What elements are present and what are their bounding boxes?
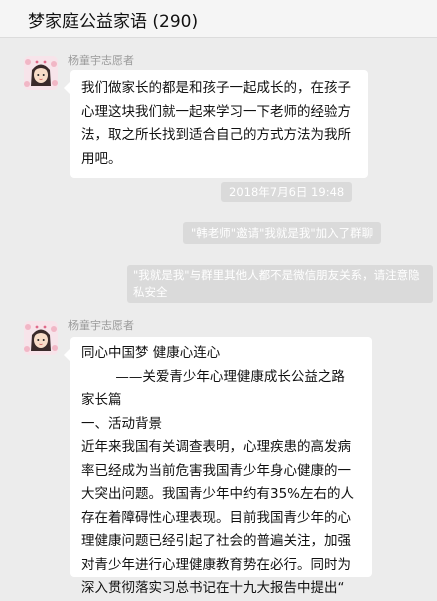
message-line: 心理这块我们就一起来学习一下老师的经验方 (81, 103, 351, 120)
message-line: 对青少年进行心理健康教育势在必行。同时为 (81, 556, 351, 573)
message-line: 大突出问题。我国青少年中约有35%左右的人 (81, 486, 355, 502)
timestamp: 2018年7月6日 19:48 (221, 182, 353, 202)
system-invite-notice: "韩老师"邀请"我就是我"加入了群聊 (183, 222, 382, 244)
message-line: 率已经成为当前危害我国青少年身心健康的一 (81, 462, 351, 479)
chat-title[interactable]: 梦家庭公益家语 (290) (28, 7, 198, 32)
warning-line: 私安全 (133, 285, 168, 299)
warning-line: "我就是我"与群里其他人都不是微信朋友关系，请注意隐 (133, 268, 420, 282)
message-line: 深入贯彻落实习总书记在十九大报告中提出“ (81, 580, 345, 596)
girl-avatar-icon[interactable] (24, 321, 58, 355)
girl-avatar-icon[interactable] (24, 56, 58, 90)
sender-name[interactable]: 杨童宇志愿者 (68, 52, 134, 68)
message-line: 理健康问题已经引起了社会的普遍关注，加强 (81, 533, 351, 549)
system-privacy-warning: "我就是我"与群里其他人都不是微信朋友关系，请注意隐 私安全 (127, 265, 433, 303)
chat-header: 梦家庭公益家语 (290) (0, 0, 437, 38)
message-line: ——关爱青少年心理健康成长公益之路 (81, 368, 345, 385)
message-line: 近年来我国有关调查表明，心理疾患的高发病 (81, 439, 351, 455)
sender-name[interactable]: 杨童宇志愿者 (68, 317, 134, 333)
message-line: 我们做家长的都是和孩子一起成长的，在孩子 (81, 80, 351, 96)
message-line: 家长篇 (81, 392, 122, 408)
message-line: 法，取之所长找到适合自己的方式方法为我所 (81, 127, 351, 143)
message-line: 同心中国梦 健康心连心 (81, 345, 221, 361)
message-line: 一、活动背景 (81, 415, 162, 432)
message-bubble[interactable]: 同心中国梦 健康心连心 ——关爱青少年心理健康成长公益之路 家长篇 一、活动背景… (64, 337, 372, 596)
message-bubble[interactable]: 我们做家长的都是和孩子一起成长的，在孩子 心理这块我们就一起来学习一下老师的经验… (64, 70, 368, 178)
message-line: 用吧。 (81, 150, 122, 167)
message-line: 存在着障碍性心理表现。目前我国青少年的心 (81, 509, 351, 526)
